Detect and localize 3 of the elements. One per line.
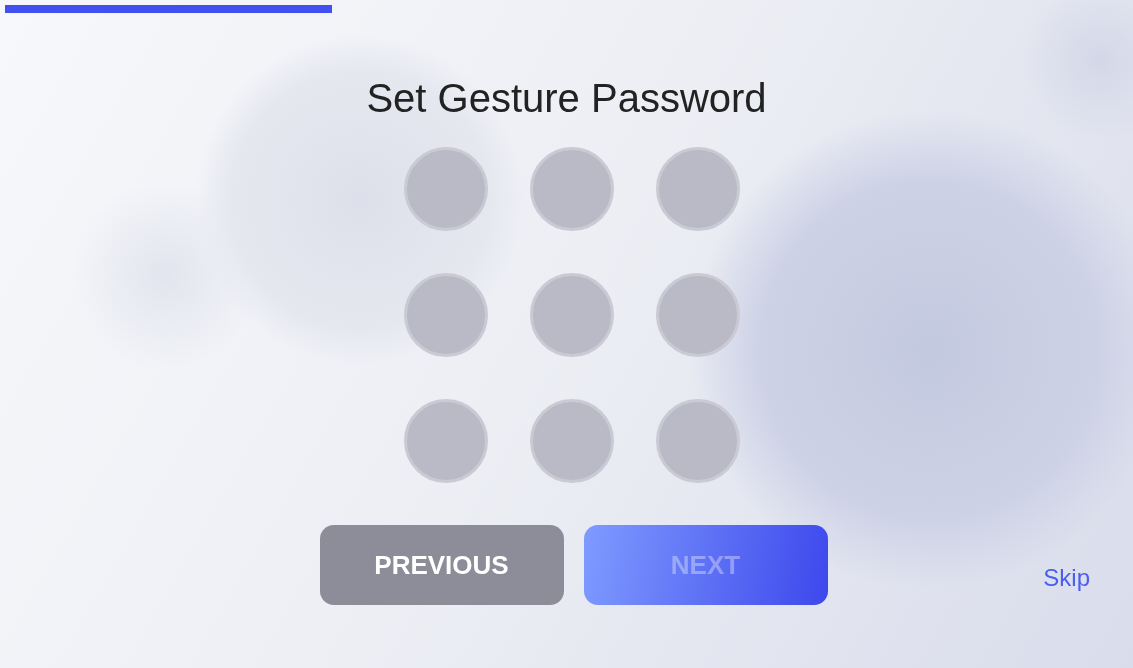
skip-link[interactable]: Skip	[1043, 564, 1090, 592]
page-title: Set Gesture Password	[366, 75, 767, 121]
previous-button[interactable]: PREVIOUS	[319, 525, 564, 605]
